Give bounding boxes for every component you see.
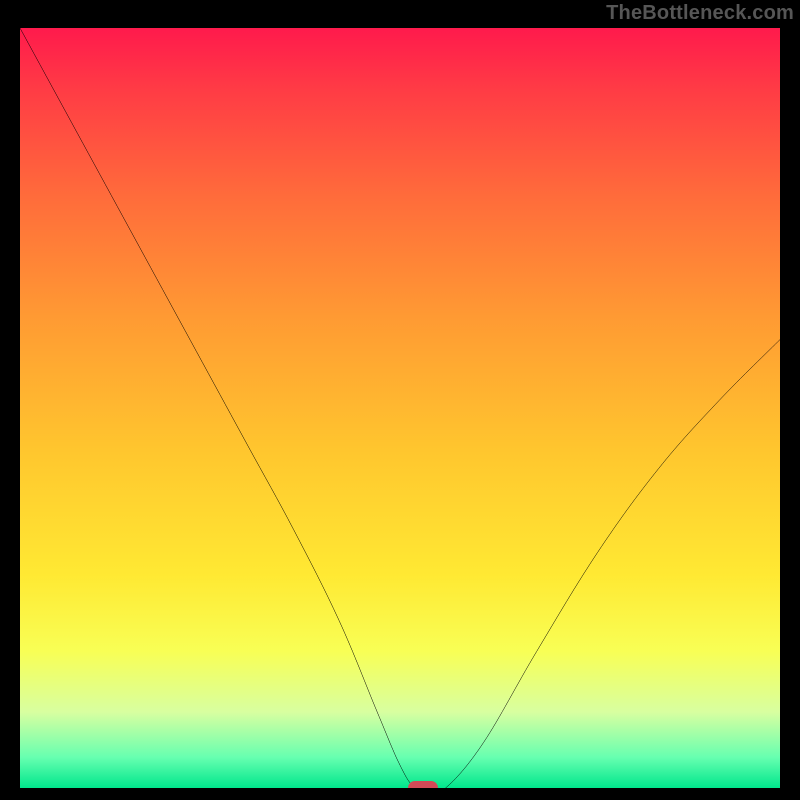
bottleneck-curve — [20, 28, 780, 788]
min-marker — [408, 781, 438, 788]
chart-frame: TheBottleneck.com — [0, 0, 800, 800]
curve-path — [20, 28, 780, 788]
plot-area — [20, 28, 780, 788]
watermark-text: TheBottleneck.com — [606, 2, 794, 25]
